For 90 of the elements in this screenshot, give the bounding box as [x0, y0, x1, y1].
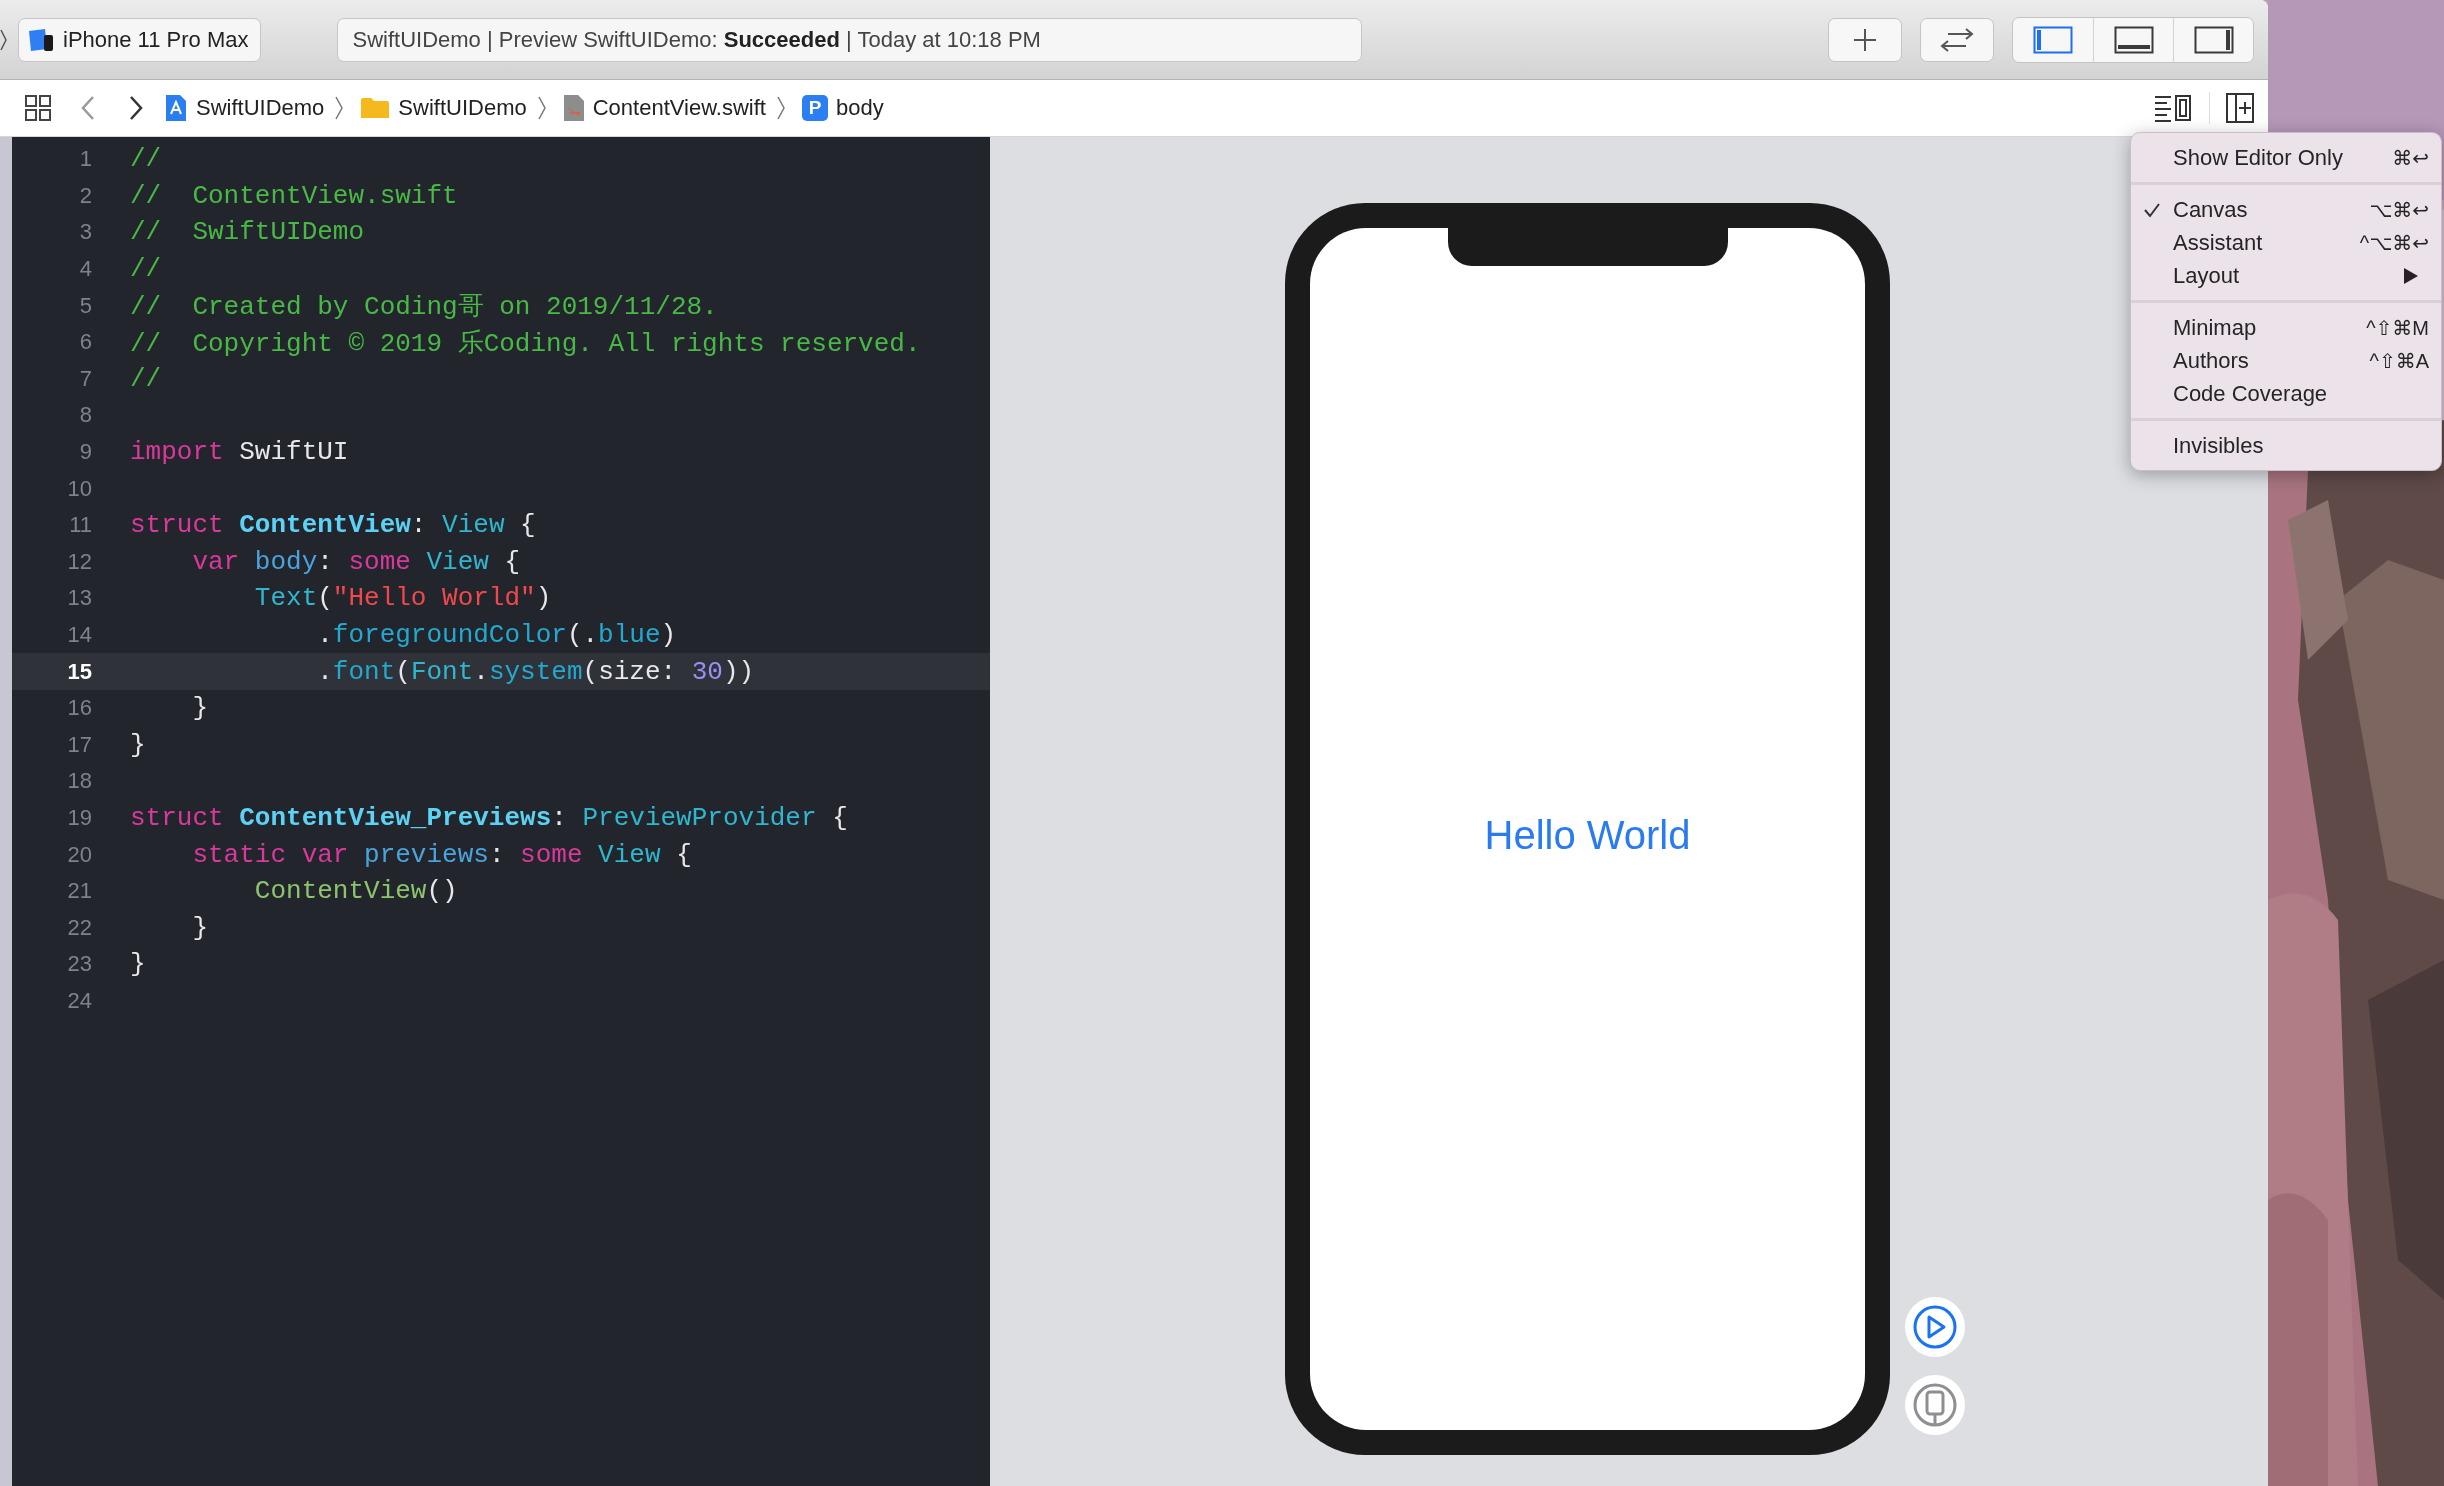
code-line: // SwiftUIDemo	[130, 217, 365, 248]
shortcut-text: ^⇧⌘M	[2366, 315, 2429, 340]
code-line: }	[191, 693, 208, 724]
breadcrumb-item[interactable]: ContentView.swift	[592, 95, 766, 121]
breadcrumb-item[interactable]: body	[835, 95, 884, 121]
line-number: 23	[66, 951, 92, 978]
line-number: 21	[66, 878, 92, 905]
swift-file-icon	[562, 94, 585, 122]
code-line: .font(Font.system(size: 30))	[316, 656, 755, 687]
line-number: 18	[66, 768, 92, 795]
line-number: 24	[66, 987, 92, 1014]
line-number: 22	[66, 914, 92, 941]
code-line: //	[130, 363, 162, 394]
menu-item[interactable]: Authors ^⇧⌘A	[2131, 344, 2441, 377]
plus-icon	[1853, 27, 1877, 52]
shortcut-text: ⌥⌘↩	[2369, 197, 2429, 222]
code-line: static var previews: some View {	[191, 839, 692, 870]
related-items-icon[interactable]	[24, 94, 52, 122]
path-separator-icon	[334, 95, 345, 121]
app-device-icon	[27, 26, 55, 53]
code-line: // Copyright © 2019 乐Coding. All rights reserved.	[130, 327, 921, 360]
line-number: 10	[66, 475, 92, 502]
code-review-button[interactable]	[1920, 17, 1994, 62]
play-icon	[1913, 1305, 1957, 1349]
code-line: }	[130, 729, 146, 760]
left-panel-icon	[2033, 25, 2073, 54]
code-line: // Created by Coding哥 on 2019/11/28.	[130, 291, 718, 324]
line-number: 8	[78, 402, 92, 429]
line-number: 17	[66, 731, 92, 758]
line-number: 4	[78, 256, 92, 283]
code-line: var body: some View {	[191, 546, 521, 577]
code-line: }	[130, 949, 146, 980]
add-editor-icon[interactable]	[2226, 93, 2254, 123]
activity-status: SwiftUIDemo | Preview SwiftUIDemo: Succeeded | Today at 10:18 PM	[337, 17, 1363, 62]
line-number: 12	[66, 548, 92, 575]
line-number: 13	[66, 585, 92, 612]
line-number: 14	[66, 622, 92, 648]
back-chevron-icon	[80, 95, 96, 121]
breadcrumb-item[interactable]: SwiftUIDemo	[196, 95, 325, 121]
line-number: 19	[66, 805, 92, 831]
line-number: 20	[66, 841, 92, 868]
code-line: .foregroundColor(.blue)	[316, 620, 677, 650]
menu-item[interactable]: Canvas ⌥⌘↩	[2131, 193, 2441, 226]
line-number: 3	[78, 219, 92, 246]
add-button[interactable]	[1828, 17, 1902, 62]
line-number: 11	[68, 512, 92, 539]
line-number: 16	[66, 695, 92, 722]
menu-item[interactable]: Code Coverage	[2131, 377, 2441, 410]
menu-item[interactable]: Layout	[2131, 259, 2441, 292]
scheme-selector[interactable]: iPhone 11 Pro Max	[18, 17, 262, 62]
line-number: 2	[78, 182, 92, 209]
line-number: 7	[78, 365, 92, 392]
code-line: struct ContentView_Previews: PreviewProvider {	[130, 803, 848, 833]
path-separator-icon	[536, 95, 547, 121]
code-line: Text("Hello World")	[253, 583, 552, 614]
shortcut-text: ⌘↩	[2392, 145, 2429, 170]
code-line: //	[130, 144, 162, 175]
device-preview-button[interactable]	[1905, 1375, 1965, 1435]
code-editor[interactable]	[12, 137, 990, 1486]
menu-item[interactable]: Invisibles	[2131, 429, 2441, 462]
line-number: 15	[66, 658, 92, 685]
line-number: 5	[78, 292, 92, 319]
live-preview-button[interactable]	[1905, 1297, 1965, 1357]
line-number: 6	[78, 329, 92, 356]
forward-chevron-icon	[128, 95, 144, 121]
menu-item[interactable]: Assistant ^⌥⌘↩	[2131, 226, 2441, 259]
hello-text: Hello World	[1484, 812, 1691, 858]
menu-item[interactable]: Minimap ^⇧⌘M	[2131, 311, 2441, 344]
swap-arrows-icon	[1938, 25, 1976, 54]
right-panel-icon	[2193, 25, 2234, 54]
property-badge: P	[801, 95, 828, 121]
breadcrumb-item[interactable]: SwiftUIDemo	[398, 95, 527, 121]
chevron-icon	[0, 27, 8, 52]
shortcut-text: ^⇧⌘A	[2369, 348, 2429, 373]
path-separator-icon	[775, 95, 786, 121]
project-file-icon	[164, 94, 188, 122]
code-line: import SwiftUI	[130, 437, 349, 468]
code-line: // ContentView.swift	[130, 180, 458, 211]
code-line: struct ContentView: View {	[130, 510, 536, 541]
code-line: }	[191, 912, 208, 943]
line-number: 9	[78, 439, 92, 466]
line-number: 1	[78, 146, 92, 173]
phone-device-icon	[1913, 1383, 1957, 1427]
menu-item[interactable]: Show Editor Only ⌘↩	[2131, 141, 2441, 174]
code-line: //	[130, 254, 162, 285]
folder-icon	[360, 96, 391, 120]
bottom-panel-icon	[2113, 25, 2154, 54]
editor-options-icon[interactable]	[2153, 94, 2193, 122]
shortcut-text: ^⌥⌘↩	[2359, 230, 2429, 255]
code-line: ContentView()	[253, 876, 458, 907]
